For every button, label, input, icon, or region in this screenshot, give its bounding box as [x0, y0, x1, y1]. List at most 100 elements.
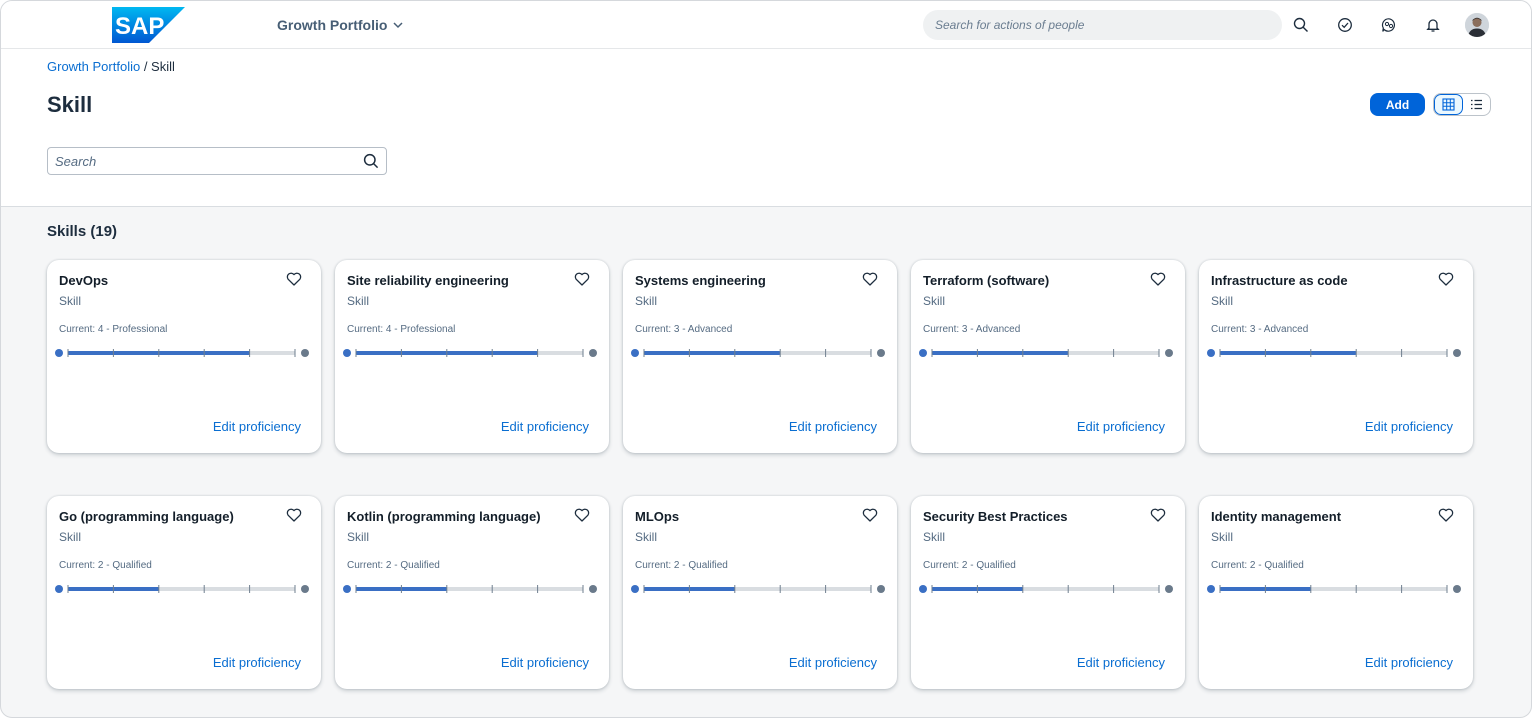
proficiency-meter-svg — [343, 585, 597, 593]
skill-card-title: Terraform (software) — [923, 273, 1050, 288]
skill-card[interactable]: Terraform (software) Skill Current: 3 - … — [911, 260, 1185, 453]
skill-search-input[interactable] — [48, 148, 348, 174]
skill-card-subtitle: Skill — [59, 530, 82, 544]
proficiency-meter — [343, 346, 599, 360]
check-circle-icon — [1338, 18, 1352, 32]
search-icon[interactable] — [363, 153, 379, 169]
edit-proficiency-link[interactable]: Edit proficiency — [213, 419, 301, 434]
grid-view-button[interactable] — [1434, 94, 1463, 115]
edit-proficiency-link[interactable]: Edit proficiency — [1077, 655, 1165, 670]
meter-end-dot — [1165, 349, 1173, 357]
proficiency-meter-svg — [919, 585, 1173, 593]
proficiency-meter — [1207, 582, 1463, 596]
skill-card-title: Security Best Practices — [923, 509, 1068, 524]
skill-card-title: Identity management — [1211, 509, 1342, 524]
favorite-button[interactable] — [862, 271, 880, 289]
skill-card[interactable]: Identity management Skill Current: 2 - Q… — [1199, 496, 1473, 689]
skill-card-subtitle: Skill — [923, 530, 946, 544]
sap-logo[interactable]: SAP — [112, 7, 185, 43]
proficiency-meter-svg — [1207, 585, 1461, 593]
edit-proficiency-link[interactable]: Edit proficiency — [789, 419, 877, 434]
skill-card-subtitle: Skill — [1211, 530, 1234, 544]
favorite-button[interactable] — [1150, 507, 1168, 525]
meter-start-dot — [55, 349, 63, 357]
meter-end-dot — [589, 349, 597, 357]
add-button[interactable]: Add — [1370, 93, 1425, 116]
favorite-button[interactable] — [286, 507, 304, 525]
skill-card[interactable]: Security Best Practices Skill Current: 2… — [911, 496, 1185, 689]
feedback-button[interactable] — [1379, 15, 1399, 35]
user-avatar[interactable] — [1465, 13, 1489, 37]
skill-current-level: Current: 2 - Qualified — [635, 560, 728, 571]
feedback-icon — [1381, 18, 1395, 32]
edit-proficiency-link[interactable]: Edit proficiency — [1365, 655, 1453, 670]
proficiency-meter-svg — [55, 585, 309, 593]
favorite-button[interactable] — [1438, 271, 1456, 289]
skill-card-title: DevOps — [59, 273, 109, 288]
heart-icon — [574, 272, 590, 286]
skill-card[interactable]: DevOps Skill Current: 4 - Professional E… — [47, 260, 321, 453]
meter-end-dot — [877, 585, 885, 593]
heart-icon — [1150, 272, 1166, 286]
skill-card[interactable]: Kotlin (programming language) Skill Curr… — [335, 496, 609, 689]
meter-fill — [1220, 351, 1357, 355]
skill-current-level: Current: 3 - Advanced — [1211, 324, 1309, 335]
favorite-button[interactable] — [574, 271, 592, 289]
edit-proficiency-link[interactable]: Edit proficiency — [1077, 419, 1165, 434]
product-switcher[interactable]: Growth Portfolio — [277, 15, 404, 35]
heart-icon — [286, 508, 302, 522]
breadcrumb-link-growth-portfolio[interactable]: Growth Portfolio — [47, 59, 140, 74]
proficiency-meter-svg — [1207, 349, 1461, 357]
meter-start-dot — [631, 349, 639, 357]
proficiency-meter-svg — [919, 349, 1173, 357]
heart-icon — [286, 272, 302, 286]
skill-current-level: Current: 3 - Advanced — [923, 324, 1021, 335]
skill-card-subtitle: Skill — [635, 530, 658, 544]
view-toggle — [1433, 93, 1491, 116]
notifications-button[interactable] — [1423, 15, 1443, 35]
heart-icon — [1438, 508, 1454, 522]
skill-card[interactable]: Systems engineering Skill Current: 3 - A… — [623, 260, 897, 453]
search-button[interactable] — [1291, 15, 1311, 35]
skill-search-field — [47, 147, 387, 175]
skill-card-subtitle: Skill — [347, 294, 370, 308]
skill-card-subtitle: Skill — [59, 294, 82, 308]
edit-proficiency-link[interactable]: Edit proficiency — [789, 655, 877, 670]
favorite-button[interactable] — [862, 507, 880, 525]
favorite-button[interactable] — [286, 271, 304, 289]
edit-proficiency-link[interactable]: Edit proficiency — [1365, 419, 1453, 434]
shell-search-input[interactable] — [923, 10, 1282, 40]
tasks-button[interactable] — [1335, 15, 1355, 35]
skill-current-level: Current: 3 - Advanced — [635, 324, 733, 335]
skill-card-title: Site reliability engineering — [347, 273, 509, 288]
skill-card[interactable]: Go (programming language) Skill Current:… — [47, 496, 321, 689]
proficiency-meter — [919, 582, 1175, 596]
proficiency-meter — [1207, 346, 1463, 360]
proficiency-meter — [631, 346, 887, 360]
skill-card[interactable]: Infrastructure as code Skill Current: 3 … — [1199, 260, 1473, 453]
skill-card[interactable]: Site reliability engineering Skill Curre… — [335, 260, 609, 453]
favorite-button[interactable] — [1438, 507, 1456, 525]
skill-card-grid: DevOps Skill Current: 4 - Professional E… — [47, 260, 1473, 689]
skill-current-level: Current: 2 - Qualified — [923, 560, 1016, 571]
edit-proficiency-link[interactable]: Edit proficiency — [213, 655, 301, 670]
meter-start-dot — [1207, 585, 1215, 593]
favorite-button[interactable] — [1150, 271, 1168, 289]
favorite-button[interactable] — [574, 507, 592, 525]
skill-card[interactable]: MLOps Skill Current: 2 - Qualified Edit … — [623, 496, 897, 689]
skill-card-subtitle: Skill — [635, 294, 658, 308]
list-view-button[interactable] — [1463, 94, 1490, 115]
heart-icon — [862, 272, 878, 286]
heart-icon — [1150, 508, 1166, 522]
chevron-down-icon — [393, 22, 403, 29]
edit-proficiency-link[interactable]: Edit proficiency — [501, 419, 589, 434]
skill-card-title: Infrastructure as code — [1211, 273, 1348, 288]
skill-card-subtitle: Skill — [923, 294, 946, 308]
meter-end-dot — [589, 585, 597, 593]
meter-end-dot — [301, 585, 309, 593]
breadcrumb-separator: / — [140, 59, 152, 74]
meter-end-dot — [1165, 585, 1173, 593]
skill-card-title: Kotlin (programming language) — [347, 509, 541, 524]
bell-icon — [1426, 19, 1440, 32]
edit-proficiency-link[interactable]: Edit proficiency — [501, 655, 589, 670]
